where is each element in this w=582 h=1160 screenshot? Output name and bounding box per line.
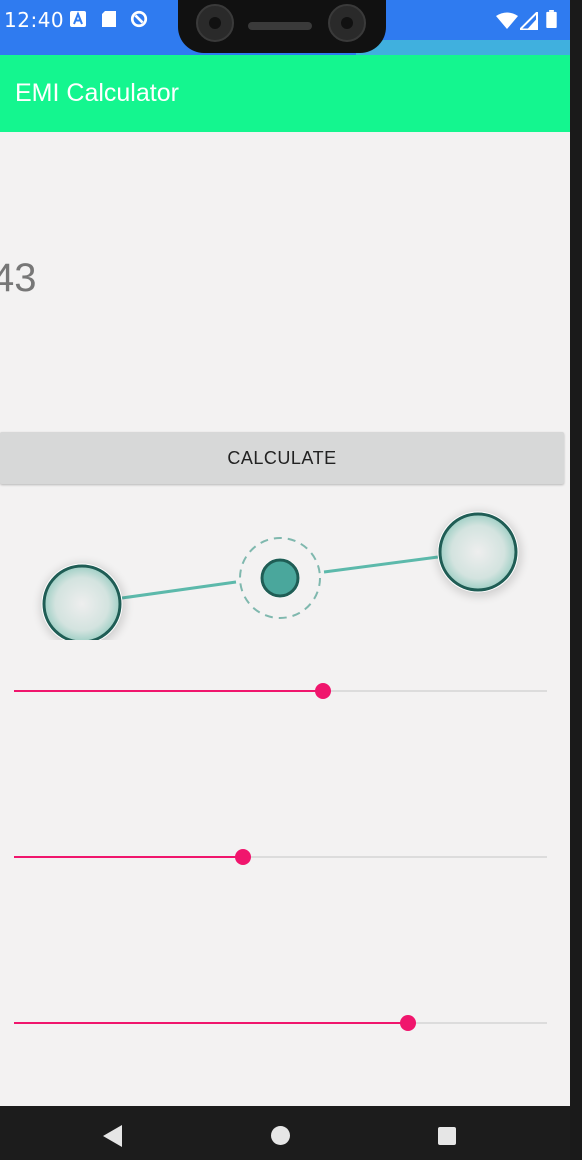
center-node-icon [260,558,300,598]
navigation-bar [0,1106,570,1160]
battery-icon [546,10,557,28]
calculate-button[interactable]: CALCULATE [0,432,564,484]
home-icon[interactable] [271,1126,290,1145]
right-node-icon [438,512,518,592]
status-bar: 12:40 [0,0,570,62]
signal-icon [520,12,538,30]
status-time: 12:40 [4,8,65,32]
connector-line-right [323,555,439,574]
connector-line-left [121,580,237,600]
emi-result-value: 43 [0,256,37,300]
slider-2-fill [14,856,244,858]
slider-3-fill [14,1022,409,1024]
a-notification-icon [70,11,86,27]
left-node-icon [42,564,122,640]
back-icon[interactable] [103,1125,122,1147]
recents-icon[interactable] [438,1127,456,1145]
camera-notch [178,0,386,53]
app-bar: EMI Calculator [0,55,570,132]
wifi-icon [496,12,518,29]
front-camera-right [328,4,366,42]
emi-graphic [41,511,521,640]
device-frame-edge [570,0,582,1160]
earpiece-speaker [248,22,312,30]
slider-1-fill [14,690,324,692]
slider-2[interactable] [14,847,547,867]
slider-1[interactable] [14,681,547,701]
sd-card-icon [102,11,116,27]
app-screen: 12:40 EMI Calculator 43 CALCULATE [0,0,570,1160]
slider-2-thumb[interactable] [235,849,252,865]
front-camera-left [196,4,234,42]
slider-3-thumb[interactable] [400,1015,417,1031]
slider-1-thumb[interactable] [315,683,332,699]
data-saver-icon [130,10,148,28]
app-title: EMI Calculator [15,79,179,107]
slider-3[interactable] [14,1013,547,1033]
